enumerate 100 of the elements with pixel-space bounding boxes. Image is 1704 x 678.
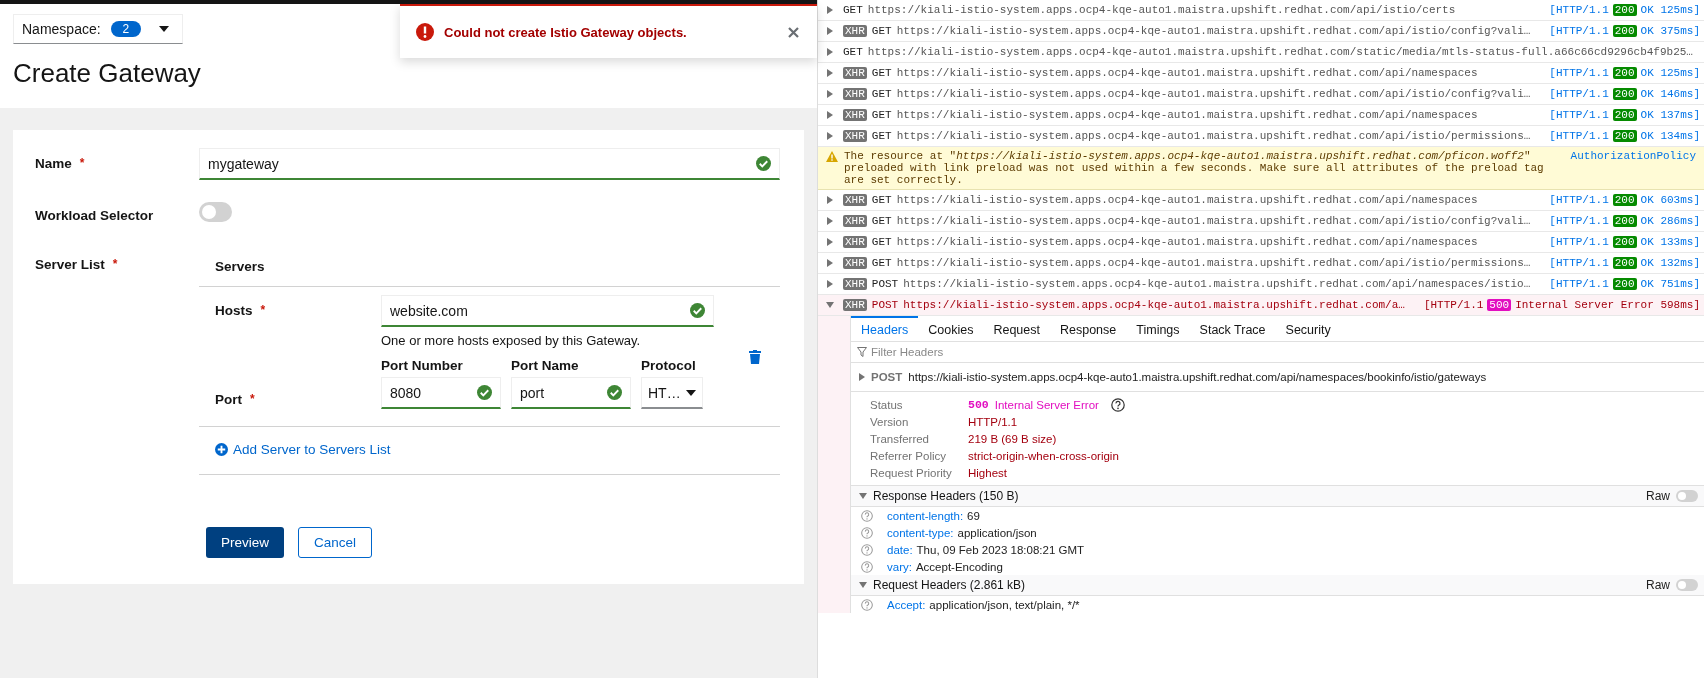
required-mark: * xyxy=(79,156,85,171)
source-link[interactable]: AuthorizationPolicy xyxy=(1570,150,1696,186)
raw-toggle[interactable] xyxy=(1676,490,1698,502)
method-text: GET xyxy=(871,236,892,248)
details-tab[interactable]: Stack Trace xyxy=(1189,316,1276,341)
status-code-badge: 200 xyxy=(1612,4,1637,16)
cancel-button[interactable]: Cancel xyxy=(298,527,373,558)
xhr-badge: XHR xyxy=(843,278,867,290)
namespace-selector[interactable]: Namespace: 2 xyxy=(13,14,183,44)
request-row[interactable]: XHR GET https://kiali-istio-system.apps.ocp4-kqe-auto1.maistra.upshift.redhat.com/api/namespaces [HTTP/1.1 200 OK 603ms] xyxy=(818,190,1704,211)
protocol-text: [HTTP/1.1 xyxy=(1549,215,1609,227)
xhr-badge: XHR xyxy=(843,67,867,79)
method-text: POST xyxy=(871,299,899,311)
request-row[interactable]: GET https://kiali-istio-system.apps.ocp4-kqe-auto1.maistra.upshift.redhat.com/static/media/mtls-status-full.a66c66cd9296cb4f9b25… xyxy=(818,42,1704,63)
header-name: date: xyxy=(887,543,913,556)
details-tab[interactable]: Cookies xyxy=(918,316,984,341)
raw-label: Raw xyxy=(1646,489,1670,503)
result-text: OK 751ms] xyxy=(1640,278,1700,290)
toggle-switch[interactable] xyxy=(199,202,232,222)
name-input[interactable]: mygateway xyxy=(199,148,780,180)
url-text: https://kiali-istio-system.apps.ocp4-kqe-auto1.maistra.upshift.redhat.com/api/namespaces xyxy=(896,194,1479,206)
status-code-badge: 200 xyxy=(1612,236,1637,248)
url-text: https://kiali-istio-system.apps.ocp4-kqe-auto1.maistra.upshift.redhat.com/a… xyxy=(903,299,1406,311)
port-input[interactable]: port xyxy=(511,377,631,409)
url-text: https://kiali-istio-system.apps.ocp4-kqe-auto1.maistra.upshift.redhat.com/api/namespaces xyxy=(896,109,1479,121)
preview-button[interactable]: Preview xyxy=(206,527,284,558)
request-row[interactable]: XHR POST https://kiali-istio-system.apps.ocp4-kqe-auto1.maistra.upshift.redhat.com/a… [HTTP/1.1 500 Internal Server Error 598ms] xyxy=(818,295,1704,316)
error-icon xyxy=(416,23,434,41)
url-text: https://kiali-istio-system.apps.ocp4-kqe-auto1.maistra.upshift.redhat.com/api/istio/config?vali… xyxy=(896,25,1532,37)
expanded-triangle-icon xyxy=(859,493,867,499)
request-row[interactable]: XHR GET https://kiali-istio-system.apps.ocp4-kqe-auto1.maistra.upshift.redhat.com/api/namespaces [HTTP/1.1 200 OK 125ms] xyxy=(818,63,1704,84)
protocol-text: [HTTP/1.1 xyxy=(1549,236,1609,248)
required-mark: * xyxy=(260,303,266,319)
url-text: https://kiali-istio-system.apps.ocp4-kqe-auto1.maistra.upshift.redhat.com/static/media/mtls-status-full.a66c66cd9296cb4f9b25… xyxy=(867,46,1694,58)
details-tab[interactable]: Headers xyxy=(851,316,919,341)
xhr-badge: XHR xyxy=(843,88,867,100)
request-row[interactable]: XHR GET https://kiali-istio-system.apps.ocp4-kqe-auto1.maistra.upshift.redhat.com/api/namespaces [HTTP/1.1 200 OK 137ms] xyxy=(818,105,1704,126)
protocol-text: [HTTP/1.1 xyxy=(1549,25,1609,37)
hosts-input[interactable]: website.com xyxy=(381,295,714,327)
result-text: OK 137ms] xyxy=(1640,109,1700,121)
protocol-text: [HTTP/1.1 xyxy=(1549,130,1609,142)
warning-icon xyxy=(826,151,838,162)
header-value: application/json, text/plain, */* xyxy=(929,598,1080,611)
help-icon xyxy=(861,560,873,573)
raw-toggle[interactable] xyxy=(1676,579,1698,591)
request-row[interactable]: XHR GET https://kiali-istio-system.apps.ocp4-kqe-auto1.maistra.upshift.redhat.com/api/namespaces [HTTP/1.1 200 OK 133ms] xyxy=(818,232,1704,253)
help-icon xyxy=(1110,397,1125,412)
request-row[interactable]: GET https://kiali-istio-system.apps.ocp4-kqe-auto1.maistra.upshift.redhat.com/api/istio/certs [HTTP/1.1 200 OK 125ms] xyxy=(818,0,1704,21)
field-label: Protocol xyxy=(641,358,697,373)
header-name: content-length: xyxy=(887,509,964,522)
details-tab[interactable]: Security xyxy=(1275,316,1341,341)
url-text: https://kiali-istio-system.apps.ocp4-kqe-auto1.maistra.upshift.redhat.com/api/istio/permissions… xyxy=(896,257,1532,269)
request-row[interactable]: XHR GET https://kiali-istio-system.apps.ocp4-kqe-auto1.maistra.upshift.redhat.com/api/istio/config?vali… [HTTP/1.1 200 OK 286ms] xyxy=(818,211,1704,232)
check-icon xyxy=(607,385,622,400)
port-input[interactable]: 8080 xyxy=(381,377,501,409)
protocol-text: [HTTP/1.1 xyxy=(1423,299,1484,311)
help-icon xyxy=(861,526,873,539)
status-code-badge: 500 xyxy=(1487,299,1512,311)
add-server-link[interactable]: Add Server to Servers List xyxy=(215,442,391,457)
request-row[interactable]: XHR GET https://kiali-istio-system.apps.ocp4-kqe-auto1.maistra.upshift.redhat.com/api/istio/config?vali… [HTTP/1.1 200 OK 375ms] xyxy=(818,21,1704,42)
status-code-badge: 200 xyxy=(1612,215,1637,227)
protocol-text: [HTTP/1.1 xyxy=(1549,109,1609,121)
section-header[interactable]: Response Headers (150 B) Raw xyxy=(851,486,1704,507)
url-text: https://kiali-istio-system.apps.ocp4-kqe-auto1.maistra.upshift.redhat.com/api/istio/certs xyxy=(867,4,1457,16)
details-tab[interactable]: Timings xyxy=(1126,316,1190,341)
field-label: Port Number xyxy=(381,358,464,373)
header-value: 69 xyxy=(967,509,980,522)
summary-value: Highest xyxy=(968,466,1007,479)
help-icon xyxy=(861,509,873,522)
page-title: Create Gateway xyxy=(13,58,202,89)
check-icon xyxy=(756,156,771,171)
method-text: GET xyxy=(871,257,892,269)
close-button[interactable] xyxy=(786,24,801,40)
details-tab[interactable]: Response xyxy=(1050,316,1127,341)
xhr-badge: XHR xyxy=(843,257,867,269)
xhr-badge: XHR xyxy=(843,194,867,206)
request-row[interactable]: XHR GET https://kiali-istio-system.apps.ocp4-kqe-auto1.maistra.upshift.redhat.com/api/istio/config?vali… [HTTP/1.1 200 OK 146ms] xyxy=(818,84,1704,105)
check-icon xyxy=(690,303,705,318)
field-label: Workload Selector xyxy=(35,208,154,223)
protocol-text: [HTTP/1.1 xyxy=(1549,88,1609,100)
protocol-select[interactable]: HT… xyxy=(641,377,703,409)
status-code: 500 xyxy=(968,398,989,411)
filter-icon xyxy=(857,347,867,357)
status-code-badge: 200 xyxy=(1612,25,1637,37)
status-code-badge: 200 xyxy=(1612,67,1637,79)
close-icon xyxy=(788,26,799,38)
section-header[interactable]: Request Headers (2.861 kB) Raw xyxy=(851,575,1704,596)
help-icon xyxy=(861,543,873,556)
xhr-badge: XHR xyxy=(843,236,867,248)
summary-label: Transferred xyxy=(870,432,930,445)
method-text: GET xyxy=(871,130,892,142)
request-row[interactable]: XHR GET https://kiali-istio-system.apps.ocp4-kqe-auto1.maistra.upshift.redhat.com/api/istio/permissions… [HTTP/1.1 200 OK 132ms] xyxy=(818,253,1704,274)
result-text: OK 286ms] xyxy=(1640,215,1700,227)
details-tab[interactable]: Request xyxy=(983,316,1050,341)
summary-value: HTTP/1.1 xyxy=(968,415,1018,428)
field-label: Hosts xyxy=(215,303,253,320)
delete-button[interactable] xyxy=(749,350,761,366)
status-code-badge: 200 xyxy=(1612,278,1637,290)
field-label: Port xyxy=(215,392,242,409)
field-label: Port Name xyxy=(511,358,580,373)
